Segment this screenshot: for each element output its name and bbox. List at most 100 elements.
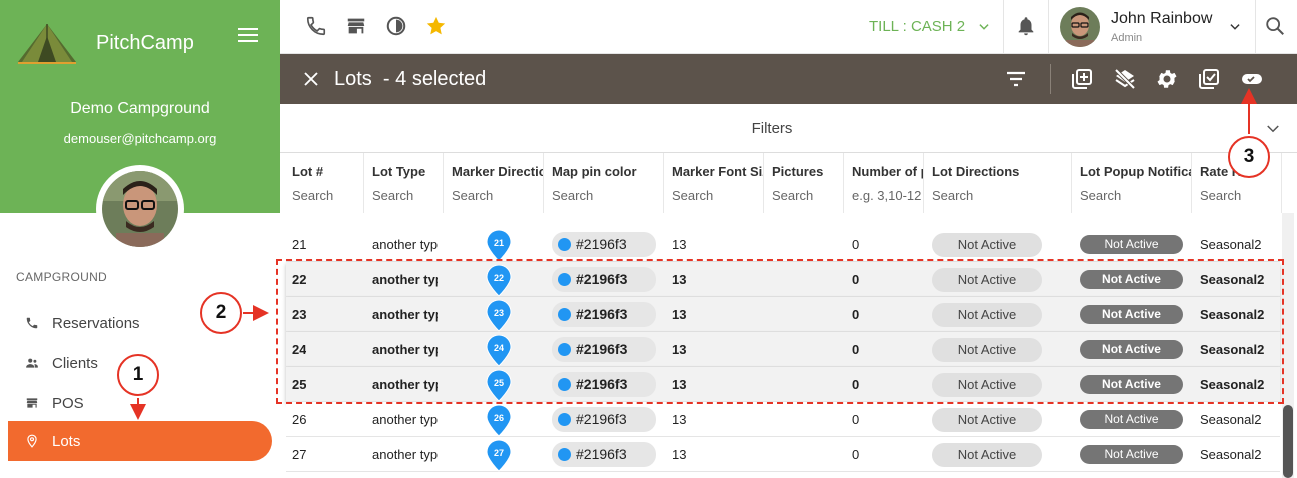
selection-toolbar: Lots - 4 selected bbox=[280, 54, 1297, 104]
column-search-input[interactable]: Search bbox=[552, 188, 593, 203]
chevron-down-icon[interactable] bbox=[1228, 20, 1242, 34]
column-search-input[interactable]: Search bbox=[1200, 188, 1241, 203]
lot-number-cell: 26 bbox=[292, 412, 307, 427]
column-search-input[interactable]: Search bbox=[452, 188, 493, 203]
sidebar-item-label: Reservations bbox=[52, 314, 140, 332]
till-selector[interactable]: TILL : CASH 2 bbox=[869, 18, 965, 35]
divider bbox=[1048, 0, 1049, 54]
sidebar-item-label: POS bbox=[52, 394, 84, 412]
close-icon[interactable] bbox=[302, 70, 320, 88]
chevron-down-icon[interactable] bbox=[977, 20, 991, 34]
selection-highlight-box bbox=[276, 259, 1284, 404]
color-hex-label: #2196f3 bbox=[576, 411, 627, 427]
search-icon[interactable] bbox=[1264, 15, 1286, 37]
lot-popup-status: Not Active bbox=[1080, 235, 1183, 254]
column-title: Marker Font Size bbox=[672, 164, 763, 179]
column-title: Lot # bbox=[292, 164, 324, 179]
user-name[interactable]: John Rainbow bbox=[1111, 10, 1212, 28]
column-search-input[interactable]: Search bbox=[772, 188, 813, 203]
layers-off-icon[interactable] bbox=[1113, 67, 1137, 91]
bell-icon[interactable] bbox=[1015, 15, 1037, 37]
column-header[interactable]: Lot Popup Notification Search bbox=[1072, 153, 1192, 213]
phone-icon bbox=[24, 315, 40, 331]
number-of-people-cell: 0 bbox=[852, 412, 860, 427]
marker-font-size-cell: 13 bbox=[672, 237, 687, 252]
store-icon[interactable] bbox=[345, 15, 367, 37]
campground-avatar bbox=[96, 165, 184, 253]
lot-type-cell: another type bbox=[372, 237, 438, 252]
hamburger-menu-icon[interactable] bbox=[238, 28, 258, 44]
campground-email: demouser@pitchcamp.org bbox=[63, 131, 217, 146]
lot-type-cell: another type bbox=[372, 447, 438, 462]
column-search-input[interactable]: Search bbox=[932, 188, 973, 203]
map-pin-color-chip: #2196f3 bbox=[552, 232, 656, 257]
column-search-input[interactable]: Search bbox=[672, 188, 713, 203]
column-title: Number of p bbox=[852, 164, 924, 179]
number-of-people-cell: 0 bbox=[852, 237, 860, 252]
add-to-collection-icon[interactable] bbox=[1070, 67, 1094, 91]
people-icon bbox=[24, 355, 40, 371]
column-header[interactable]: Number of p e.g. 3,10-12 bbox=[844, 153, 924, 213]
number-of-people-cell: 0 bbox=[852, 447, 860, 462]
column-title: Lot Directions bbox=[932, 164, 1020, 179]
table-row[interactable]: 26 another type 26 #2196f3 13 0 Not Active Not … bbox=[286, 402, 1280, 437]
column-header[interactable]: Map pin color Search bbox=[544, 153, 664, 213]
lot-number-cell: 21 bbox=[292, 237, 307, 252]
column-header[interactable]: Marker Font Size Search bbox=[664, 153, 764, 213]
column-search-input[interactable]: e.g. 3,10-12 bbox=[852, 188, 921, 203]
tent-logo-icon bbox=[18, 24, 76, 64]
location-pin-icon bbox=[24, 433, 40, 449]
sidebar-section-title: CAMPGROUND bbox=[16, 270, 108, 284]
map-pin-label: 21 bbox=[493, 238, 504, 248]
column-title: Lot Popup Notification bbox=[1080, 164, 1191, 179]
column-title: Marker Direction bbox=[452, 164, 543, 179]
user-avatar[interactable] bbox=[1060, 7, 1100, 47]
annotation-badge-1: 1 bbox=[117, 354, 159, 396]
select-all-icon[interactable] bbox=[1197, 67, 1221, 91]
lot-popup-status: Not Active bbox=[1080, 445, 1183, 464]
lot-number-cell: 27 bbox=[292, 447, 307, 462]
toggle-icon[interactable] bbox=[1240, 67, 1264, 91]
lot-popup-status: Not Active bbox=[1080, 410, 1183, 429]
lot-directions-status: Not Active bbox=[932, 443, 1042, 467]
filter-list-icon[interactable] bbox=[1004, 67, 1028, 91]
color-swatch bbox=[558, 238, 571, 251]
column-header[interactable]: Lot # Search bbox=[284, 153, 364, 213]
map-pin-color-chip: #2196f3 bbox=[552, 442, 656, 467]
map-pin-icon: 21 bbox=[486, 229, 512, 262]
column-search-input[interactable]: Search bbox=[292, 188, 333, 203]
column-title: Lot Type bbox=[372, 164, 426, 179]
settings-icon[interactable] bbox=[1155, 67, 1179, 91]
rate-cell: Seasonal2 bbox=[1200, 447, 1262, 462]
star-icon[interactable] bbox=[425, 15, 447, 37]
divider bbox=[1050, 64, 1051, 94]
sidebar-item-label: Clients bbox=[52, 354, 98, 372]
sidebar-item-label: Lots bbox=[52, 432, 81, 450]
table-row[interactable]: 21 another type 21 #2196f3 13 0 Not Active Not … bbox=[286, 227, 1280, 262]
phone-icon[interactable] bbox=[305, 15, 327, 37]
column-search-input[interactable]: Search bbox=[1080, 188, 1121, 203]
avatar-photo bbox=[102, 171, 178, 247]
scrollbar-thumb[interactable] bbox=[1283, 405, 1293, 478]
column-title: Map pin color bbox=[552, 164, 637, 179]
column-title: Pictures bbox=[772, 164, 824, 179]
store-icon bbox=[24, 395, 40, 411]
marker-font-size-cell: 13 bbox=[672, 412, 687, 427]
clock-pie-icon[interactable] bbox=[385, 15, 407, 37]
marker-font-size-cell: 13 bbox=[672, 447, 687, 462]
rate-cell: Seasonal2 bbox=[1200, 412, 1262, 427]
column-header[interactable]: Marker Direction Search bbox=[444, 153, 544, 213]
filters-panel[interactable]: Filters bbox=[280, 104, 1297, 153]
map-pin-label: 26 bbox=[493, 413, 504, 423]
color-hex-label: #2196f3 bbox=[576, 236, 627, 252]
column-header[interactable]: Lot Directions Search bbox=[924, 153, 1072, 213]
column-search-input[interactable]: Search bbox=[372, 188, 413, 203]
lot-type-cell: another type bbox=[372, 412, 438, 427]
column-header[interactable]: Pictures Search bbox=[764, 153, 844, 213]
table-row[interactable]: 27 another type 27 #2196f3 13 0 Not Active Not … bbox=[286, 437, 1280, 472]
column-header[interactable]: Lot Type Search bbox=[364, 153, 444, 213]
chevron-down-icon[interactable] bbox=[1264, 120, 1282, 138]
sidebar-item-lots[interactable]: Lots bbox=[8, 421, 272, 461]
map-pin-icon: 26 bbox=[486, 404, 512, 437]
campground-name: Demo Campground bbox=[70, 100, 210, 117]
